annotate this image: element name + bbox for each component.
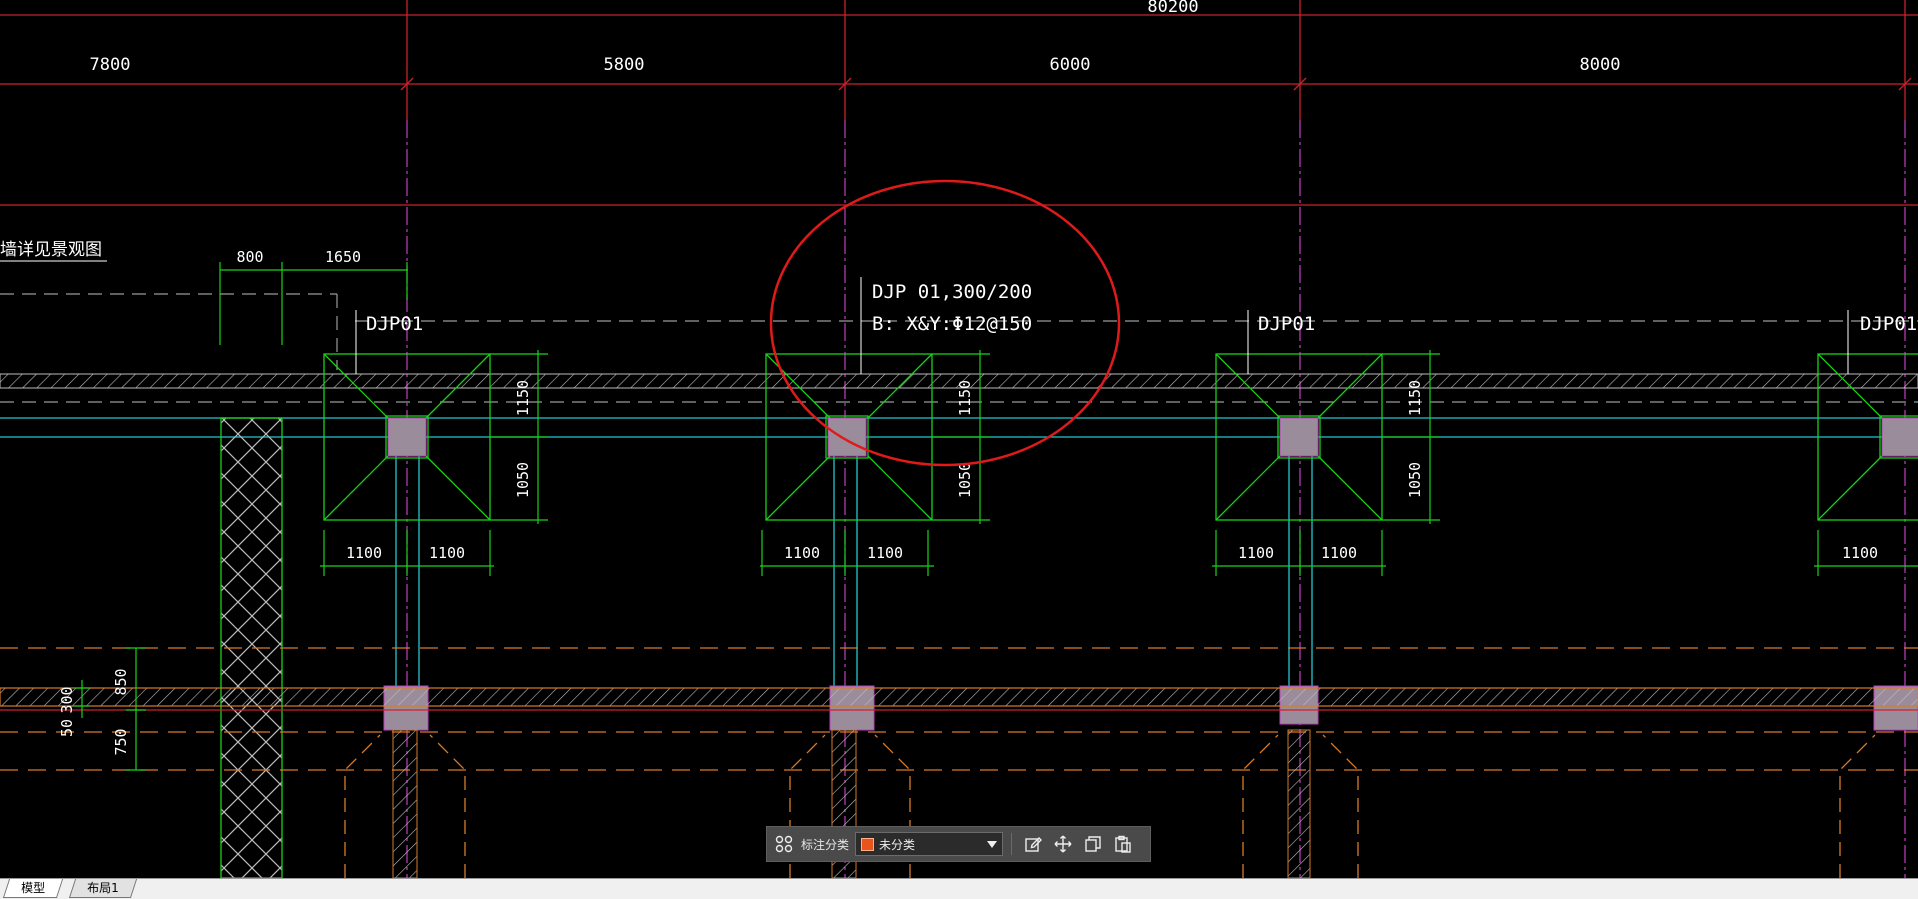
tab-layout1[interactable]: 布局1 (68, 879, 137, 898)
cyan-beams (0, 417, 1918, 690)
category-label: 标注分类 (801, 837, 850, 852)
footing-label-1: DJP01 (366, 313, 423, 335)
footing1-dim-right: 1100 (429, 544, 465, 562)
footing2-dim-right: 1100 (867, 544, 903, 562)
category-select[interactable]: 未分类 (855, 832, 1004, 856)
footing2-dim-upper: 1150 (956, 380, 974, 416)
lower-beam (0, 687, 1918, 707)
paste-icon[interactable] (1110, 831, 1136, 857)
footing3-dim-lower: 1050 (1406, 462, 1424, 498)
cad-drawing-canvas[interactable]: 80200 7800 5800 6000 8000 墙详见景观图 800 165… (0, 0, 1918, 878)
footing2-dim-left: 1100 (784, 544, 820, 562)
left-dim-850: 850 (112, 668, 130, 695)
left-dim-300: 300 (58, 686, 76, 713)
footing2-dim-lower: 1050 (956, 462, 974, 498)
callout-line-2: B: X&Y:Φ12@150 (872, 313, 1032, 335)
columns (383, 417, 1918, 731)
footing1-dim-upper: 1150 (514, 380, 532, 416)
footing3-dim-left: 1100 (1238, 544, 1274, 562)
footing3-dim-right: 1100 (1321, 544, 1357, 562)
footing1-dim-lower: 1050 (514, 462, 532, 498)
move-icon[interactable] (1050, 831, 1076, 857)
overall-dim: 80200 (1147, 0, 1198, 17)
landscape-note: 墙详见景观图 (0, 240, 102, 260)
annotation-toolbar: 标注分类 未分类 (766, 826, 1151, 862)
edit-icon[interactable] (1020, 831, 1046, 857)
tab-model[interactable]: 模型 (2, 879, 64, 898)
top-dim-1650: 1650 (325, 248, 361, 266)
category-value: 未分类 (879, 837, 916, 852)
category-color-swatch (861, 837, 875, 851)
tab-layout1-label: 布局1 (87, 881, 119, 895)
toolbar-separator (1011, 833, 1013, 855)
left-dim-750: 750 (112, 728, 130, 755)
center-lines (406, 120, 1906, 878)
tab-model-label: 模型 (21, 881, 46, 895)
left-dim-50: 50 (58, 719, 76, 737)
bay-dim-1: 7800 (90, 55, 131, 75)
axis-lines (0, 0, 1918, 206)
top-dim-800: 800 (236, 248, 263, 266)
footing3-dim-upper: 1150 (1406, 380, 1424, 416)
callout-line-1: DJP 01,300/200 (872, 281, 1032, 303)
left-dims (74, 647, 146, 771)
bay-dim-4: 8000 (1580, 55, 1621, 75)
copy-icon[interactable] (1080, 831, 1106, 857)
bay-dim-3: 6000 (1050, 55, 1091, 75)
footing1-dim-left: 1100 (346, 544, 382, 562)
footing4-dim-left: 1100 (1842, 544, 1878, 562)
footing-leaders (355, 277, 1849, 374)
bay-dim-2: 5800 (604, 55, 645, 75)
layout-tab-bar: 模型 布局1 (0, 878, 1918, 899)
footing-horizontal-dims (320, 530, 1918, 576)
footing-label-3: DJP01 (1258, 313, 1315, 335)
chevron-down-icon (987, 841, 998, 848)
orange-dashed-lines (0, 647, 1918, 771)
footing-label-4: DJP01 (1860, 313, 1917, 335)
grid-icon[interactable] (771, 831, 797, 857)
